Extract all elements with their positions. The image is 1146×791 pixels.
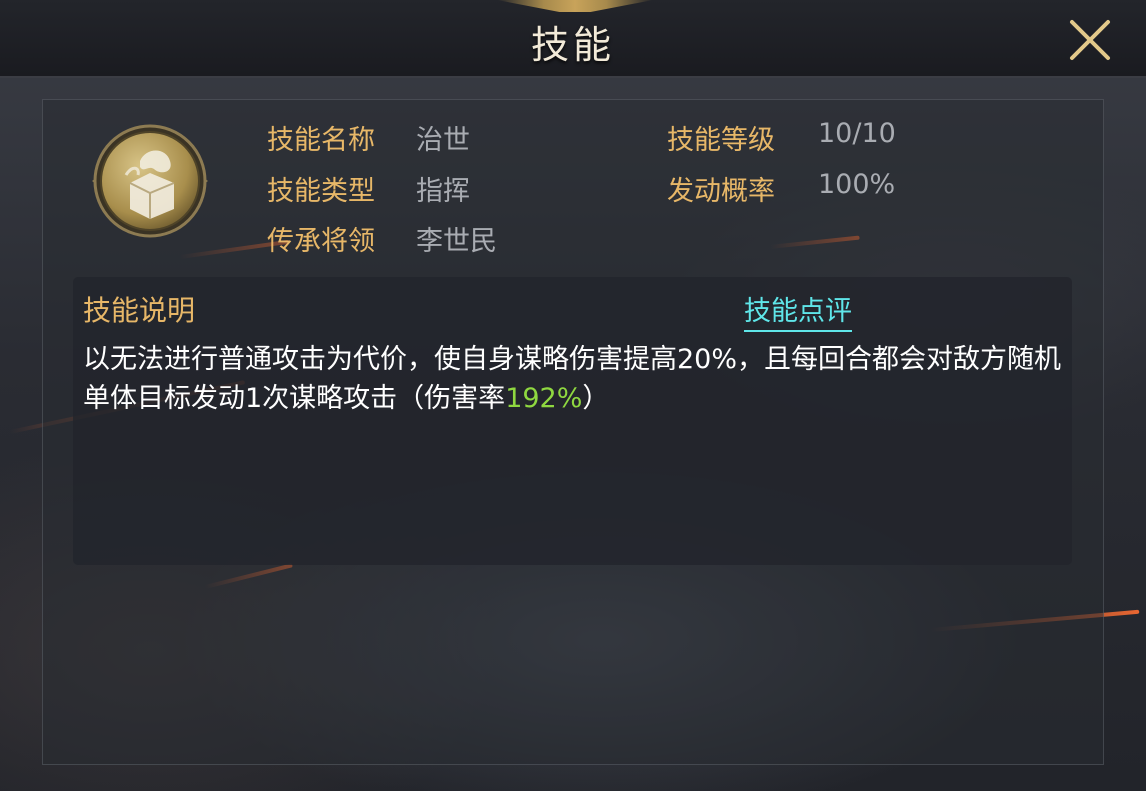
description-title: 技能说明 xyxy=(83,294,196,327)
heir-general-value: 李世民 xyxy=(416,226,497,257)
page-title: 技能 xyxy=(530,23,615,67)
trigger-rate-label: 发动概率 xyxy=(667,176,775,207)
skill-type-value: 指挥 xyxy=(416,176,470,207)
skill-review-link[interactable]: 技能点评 xyxy=(744,289,852,332)
description-box xyxy=(73,277,1072,565)
top-ornament xyxy=(497,0,653,12)
description-text: 以无法进行普通攻击为代价，使自身谋略伤害提高20%，且每回合都会对敌方随机单体目… xyxy=(83,340,1063,418)
title-bar: 技能 xyxy=(0,0,1146,78)
description-text-end: ） xyxy=(582,383,610,414)
skill-emblem xyxy=(88,121,212,241)
skill-name-value: 治世 xyxy=(416,125,470,156)
close-button[interactable] xyxy=(1066,18,1114,62)
dragon-emblem-icon xyxy=(92,124,208,238)
close-icon xyxy=(1070,20,1110,60)
damage-rate-highlight: 192% xyxy=(505,383,583,414)
skill-name-label: 技能名称 xyxy=(267,125,375,156)
trigger-rate-value: 100% xyxy=(818,169,896,200)
skill-level-label: 技能等级 xyxy=(667,125,775,156)
heir-general-label: 传承将领 xyxy=(267,226,375,257)
skill-level-value: 10/10 xyxy=(818,118,896,149)
skill-type-label: 技能类型 xyxy=(267,176,375,207)
